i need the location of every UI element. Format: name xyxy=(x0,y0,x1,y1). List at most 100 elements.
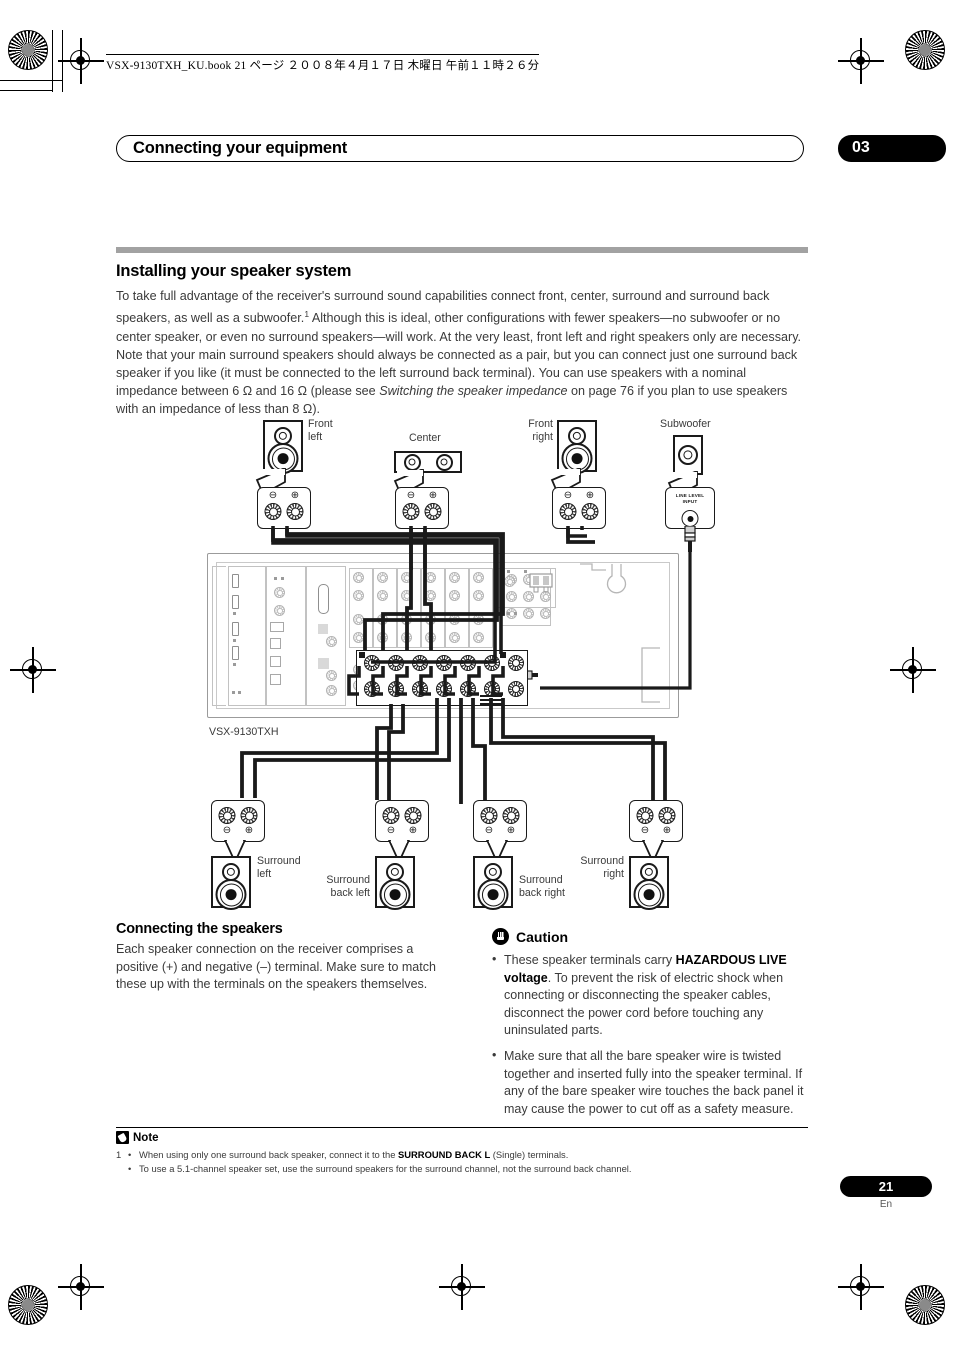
surround-back-right-negative-post xyxy=(480,807,498,824)
surround-right-negative-post xyxy=(636,807,654,824)
note-line-1-text: When using only one surround back speake… xyxy=(139,1148,568,1162)
video-dot-a xyxy=(274,577,277,580)
hdmi-indicator-dot-2 xyxy=(233,639,236,642)
registration-crosshair-top-left xyxy=(58,38,104,84)
registration-crosshair-bottom-center xyxy=(439,1264,485,1310)
video-small-box-2 xyxy=(270,638,281,649)
speaker-post-sr-minus xyxy=(460,681,476,697)
connecting-speakers-heading: Connecting the speakers xyxy=(116,921,283,937)
speaker-post-fr-plus xyxy=(388,655,404,671)
surround-left-speaker-icon xyxy=(211,856,251,910)
panel-dot-1 xyxy=(507,612,510,615)
note-title: Note xyxy=(133,1131,159,1144)
speaker-post-c-minus xyxy=(412,681,428,697)
rca-jack xyxy=(449,572,460,583)
speaker-post-sl-plus xyxy=(436,655,452,671)
connecting-speakers-section: Connecting the speakers Each speaker con… xyxy=(116,921,446,994)
rca-jack xyxy=(473,572,484,583)
subwoofer-line-level-input-box: LINE LEVEL INPUT xyxy=(665,487,715,529)
section-body-text: To take full advantage of the receiver's… xyxy=(116,287,810,419)
video-jack-2 xyxy=(274,605,285,616)
rca-jack xyxy=(425,572,436,583)
front-right-negative-post xyxy=(559,503,577,520)
front-left-minus-symbol: ⊖ xyxy=(268,490,278,501)
note-body: 1 • When using only one surround back sp… xyxy=(116,1148,808,1175)
rca-jack xyxy=(353,632,364,643)
surround-right-speaker-icon xyxy=(629,856,669,910)
crop-mark-tl-v xyxy=(52,30,54,92)
caution-title: Caution xyxy=(516,928,569,945)
caution-section: Caution These speaker terminals carry HA… xyxy=(492,928,812,1126)
caution-header: Caution xyxy=(492,928,812,945)
speaker-post-c-plus xyxy=(412,655,428,671)
front-left-terminal-box: ⊖ ⊕ xyxy=(257,487,311,529)
surround-back-right-speaker-icon xyxy=(473,856,513,910)
rca-jack xyxy=(425,614,436,625)
surround-back-left-negative-post xyxy=(382,807,400,824)
control-jack-2 xyxy=(326,670,337,681)
chapter-number-text: 03 xyxy=(852,139,870,156)
note-line-2: • To use a 5.1-channel speaker set, use … xyxy=(116,1162,808,1176)
front-left-speaker-label: Front left xyxy=(308,418,333,443)
note-bullet-1: • xyxy=(128,1149,132,1160)
note-line-1: 1 • When using only one surround back sp… xyxy=(116,1148,808,1162)
hand-warning-icon xyxy=(492,928,509,945)
rca-jack xyxy=(377,614,388,625)
center-terminal-box: ⊖ ⊕ xyxy=(395,487,449,529)
front-left-plus-symbol: ⊕ xyxy=(290,490,300,501)
caution-b1-pre: These speaker terminals carry xyxy=(504,953,676,967)
surround-left-plus-symbol: ⊕ xyxy=(244,825,254,836)
subwoofer-icon xyxy=(673,435,703,475)
caution-bullet-1: These speaker terminals carry HAZARDOUS … xyxy=(492,951,812,1040)
note-divider-rule xyxy=(116,1127,808,1128)
speaker-post-fr-minus xyxy=(388,681,404,697)
rca-jack xyxy=(353,614,364,625)
front-right-speaker-icon xyxy=(557,420,597,474)
surround-back-right-speaker-label: Surround back right xyxy=(519,874,565,899)
page-language-label: En xyxy=(879,1199,893,1210)
surround-right-speaker-label: Surround right xyxy=(580,855,624,880)
subwoofer-rca-plug xyxy=(684,526,696,552)
hdmi-port-3 xyxy=(232,622,239,636)
density-patch-bottom-left xyxy=(8,1285,48,1325)
control-jack-1 xyxy=(326,636,337,647)
line-level-input-label: LINE LEVEL INPUT xyxy=(675,493,705,504)
surround-right-plus-symbol: ⊕ xyxy=(662,825,672,836)
surround-right-terminal-box: ⊖ ⊕ xyxy=(629,800,683,842)
note-l1-pre: When using only one surround back speake… xyxy=(139,1149,399,1160)
center-negative-post xyxy=(402,503,420,520)
dsub-connector xyxy=(318,584,329,614)
note-l1-post: (Single) terminals. xyxy=(490,1149,569,1160)
surround-back-left-speaker-label: Surround back left xyxy=(326,874,370,899)
section-heading: Installing your speaker system xyxy=(116,262,352,280)
front-left-speaker-icon xyxy=(263,420,303,474)
body-italic-ref: Switching the speaker impedance xyxy=(379,384,568,399)
front-right-minus-symbol: ⊖ xyxy=(563,490,573,501)
registration-crosshair-top-right xyxy=(838,38,884,84)
center-driver-right xyxy=(435,453,453,471)
subwoofer-rca-jack xyxy=(681,510,699,527)
caution-bullet-2: Make sure that all the bare speaker wire… xyxy=(492,1047,812,1118)
rca-jack xyxy=(449,590,460,601)
video-small-box-3 xyxy=(270,656,281,667)
registration-crosshair-bottom-left xyxy=(58,1264,104,1310)
rca-jack xyxy=(425,632,436,643)
surround-right-positive-post xyxy=(658,807,676,824)
density-patch-top-right xyxy=(905,30,945,70)
front-right-plus-symbol: ⊕ xyxy=(585,490,595,501)
crop-mark-tl-v2 xyxy=(62,30,64,92)
center-driver-left xyxy=(403,453,421,471)
speaker-post-sr-plus xyxy=(460,655,476,671)
note-header: Note xyxy=(116,1131,159,1144)
chapter-number-badge: 03 xyxy=(838,135,946,162)
registration-crosshair-bottom-right xyxy=(838,1264,884,1310)
hdmi-indicator-dot-3 xyxy=(233,663,236,666)
rca-jack xyxy=(449,614,460,625)
hdmi-indicator-dot-1 xyxy=(233,612,236,615)
rca-jack xyxy=(353,572,364,583)
video-jack-1 xyxy=(274,587,285,598)
surround-back-right-plus-symbol: ⊕ xyxy=(506,825,516,836)
terminal-block-icon xyxy=(529,573,553,593)
bank-stripe-1 xyxy=(480,695,502,698)
hdmi-port-4 xyxy=(232,646,239,660)
